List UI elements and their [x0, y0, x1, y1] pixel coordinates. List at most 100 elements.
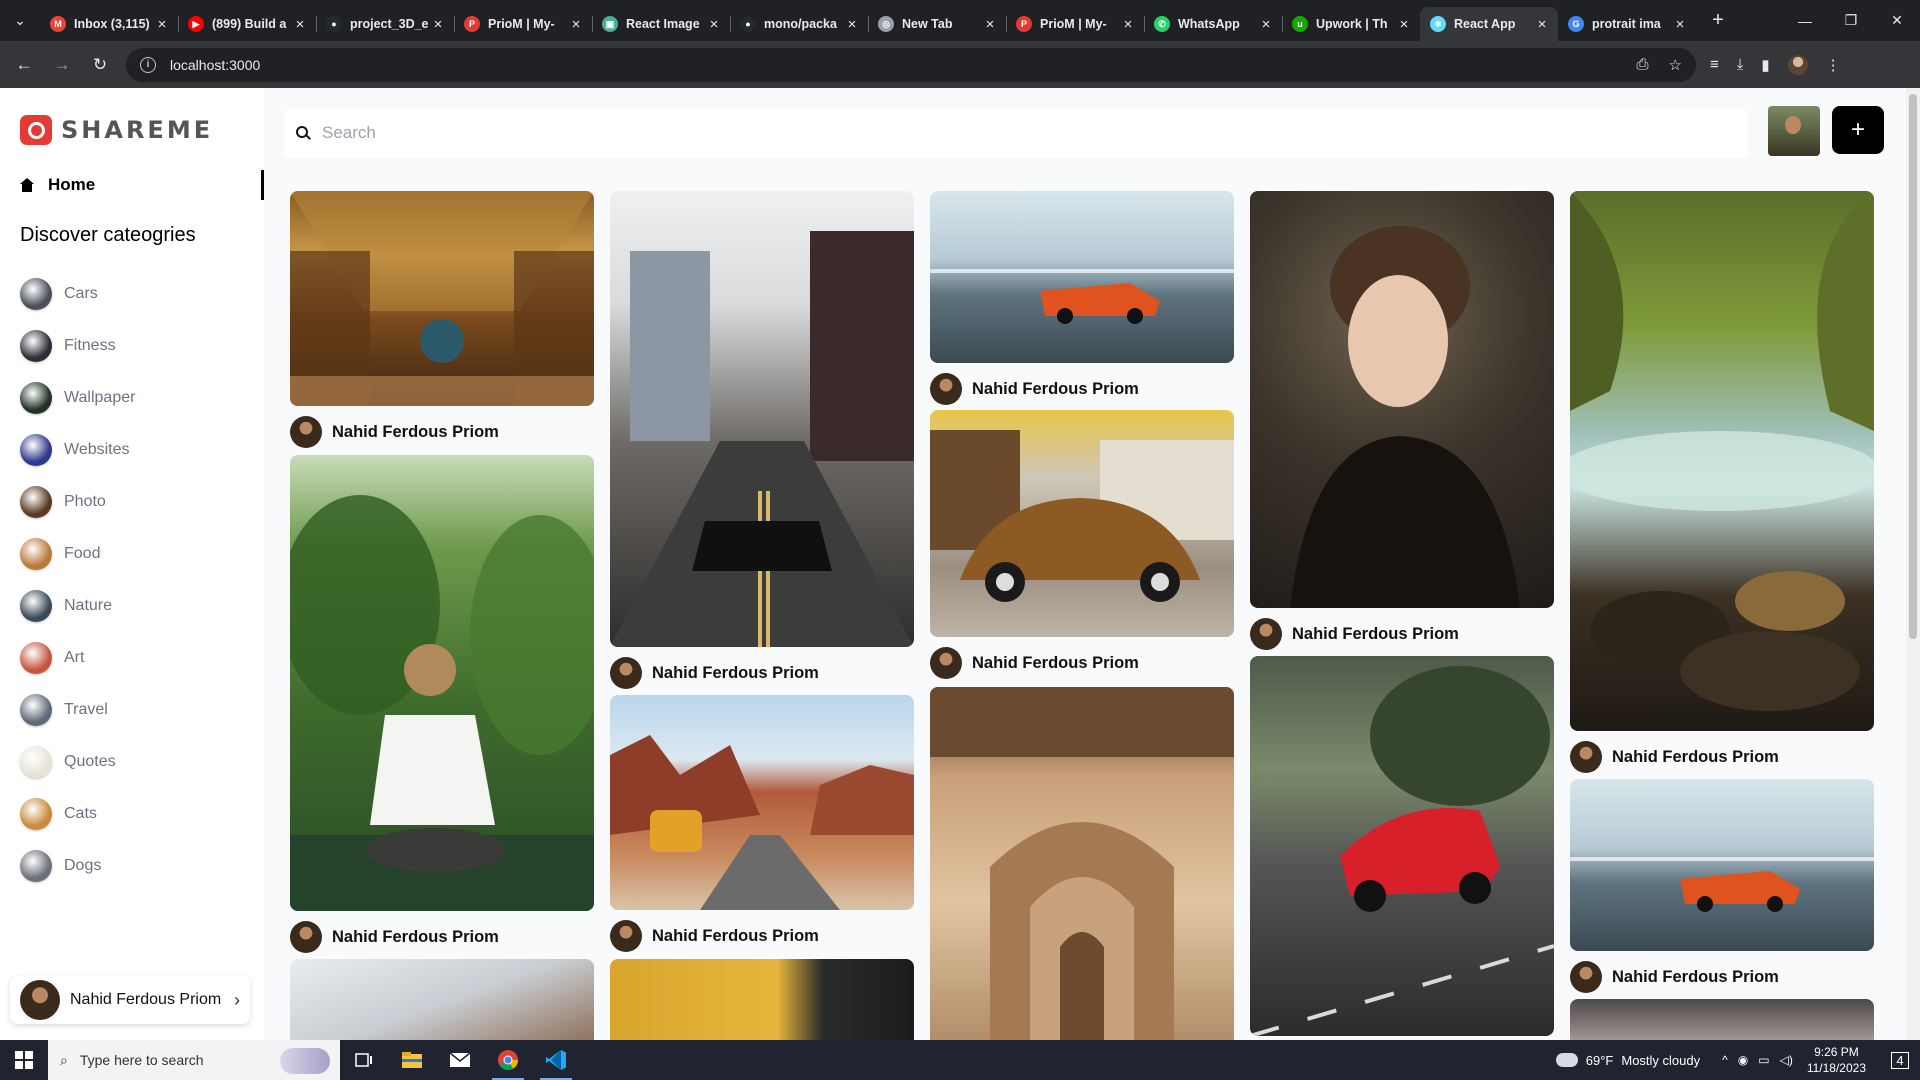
tab-close-icon[interactable]: × — [1396, 16, 1412, 33]
pin-card[interactable]: Nahid Ferdous Priom — [1570, 191, 1874, 775]
mail-icon[interactable] — [436, 1040, 484, 1080]
network-icon[interactable]: ▭ — [1758, 1053, 1769, 1067]
weather-widget[interactable]: 69°F Mostly cloudy — [1551, 1048, 1700, 1068]
forward-arrow-icon[interactable]: → — [46, 49, 78, 81]
volume-icon[interactable]: ◁) — [1780, 1053, 1793, 1067]
pin-card[interactable] — [930, 687, 1234, 1040]
pin-card[interactable]: Nahid Ferdous Priom — [930, 191, 1234, 407]
clock[interactable]: 9:26 PM 11/18/2023 — [1807, 1044, 1866, 1076]
tab-close-icon[interactable]: × — [1258, 16, 1274, 33]
restore-icon[interactable]: ❐ — [1828, 0, 1874, 41]
sidebar-item-art[interactable]: Art — [20, 632, 250, 684]
sidebar-item-cats[interactable]: Cats — [20, 788, 250, 840]
sidebar-item-travel[interactable]: Travel — [20, 684, 250, 736]
tab-close-icon[interactable]: × — [1534, 16, 1550, 33]
scrollbar-thumb[interactable] — [1909, 94, 1917, 639]
logo[interactable]: SHAREME — [20, 115, 213, 145]
media-control-icon[interactable]: ≡ — [1710, 56, 1719, 73]
back-arrow-icon[interactable]: ← — [8, 49, 40, 81]
taskbar-search-box[interactable]: ⌕ Type here to search — [48, 1040, 340, 1080]
browser-tab[interactable]: ● mono/packa × — [730, 7, 868, 41]
bookmark-star-icon[interactable]: ☆ — [1669, 56, 1682, 74]
create-pin-button[interactable]: + — [1832, 106, 1884, 154]
file-explorer-icon[interactable] — [388, 1040, 436, 1080]
chrome-taskbar-icon[interactable] — [484, 1040, 532, 1080]
pin-image[interactable] — [930, 191, 1234, 363]
sidebar-item-wallpaper[interactable]: Wallpaper — [20, 372, 250, 424]
browser-tab[interactable]: P PrioM | My- × — [454, 7, 592, 41]
pin-author[interactable]: Nahid Ferdous Priom — [290, 919, 594, 955]
pin-author[interactable]: Nahid Ferdous Priom — [610, 655, 914, 691]
pin-image[interactable] — [1250, 191, 1554, 608]
pin-card[interactable]: Nahid Ferdous Priom — [610, 191, 914, 691]
pin-card[interactable]: Nahid Ferdous Priom — [930, 410, 1234, 681]
browser-tab[interactable]: ● project_3D_e × — [316, 7, 454, 41]
browser-tab[interactable]: u Upwork | Th × — [1282, 7, 1420, 41]
tab-close-icon[interactable]: × — [154, 16, 170, 33]
address-bar[interactable]: i localhost:3000 ⎙ ☆ — [126, 47, 1696, 82]
pin-card[interactable] — [610, 959, 914, 1040]
downloads-icon[interactable]: ⤓ — [1737, 56, 1744, 73]
browser-tab[interactable]: ◎ New Tab × — [868, 7, 1006, 41]
pin-image[interactable] — [1570, 779, 1874, 951]
install-app-icon[interactable]: ⎙ — [1637, 56, 1649, 73]
pin-card[interactable] — [290, 959, 594, 1040]
new-tab-button[interactable]: + — [1704, 7, 1732, 35]
browser-tab[interactable]: P PrioM | My- × — [1006, 7, 1144, 41]
header-user-avatar[interactable] — [1768, 106, 1820, 156]
start-button[interactable] — [0, 1040, 48, 1080]
pin-author[interactable]: Nahid Ferdous Priom — [610, 918, 914, 954]
address-url[interactable]: localhost:3000 — [170, 57, 1617, 73]
search-input[interactable] — [322, 123, 1736, 143]
minimize-icon[interactable]: — — [1782, 0, 1828, 41]
pin-image[interactable] — [1570, 999, 1874, 1040]
pin-author[interactable]: Nahid Ferdous Priom — [930, 371, 1234, 407]
tab-close-icon[interactable]: × — [430, 16, 446, 33]
browser-tab[interactable]: M Inbox (3,115) × — [40, 7, 178, 41]
site-info-icon[interactable]: i — [140, 56, 156, 73]
pin-image[interactable] — [930, 687, 1234, 1040]
browser-tab[interactable]: ▶ (899) Build a × — [178, 7, 316, 41]
pin-image[interactable] — [1570, 191, 1874, 731]
pin-image[interactable] — [1250, 656, 1554, 1036]
tab-close-icon[interactable]: × — [982, 16, 998, 33]
browser-tab[interactable]: Gprotrait ima × — [1558, 7, 1696, 41]
pin-image[interactable] — [930, 410, 1234, 637]
page-scrollbar[interactable] — [1906, 88, 1920, 1040]
sidebar-item-dogs[interactable]: Dogs — [20, 840, 250, 892]
browser-tab[interactable]: ⚛ React App × — [1420, 7, 1558, 41]
tab-close-icon[interactable]: × — [844, 16, 860, 33]
pin-card[interactable]: Nahid Ferdous Priom — [1570, 779, 1874, 995]
tab-close-icon[interactable]: × — [706, 16, 722, 33]
pin-image[interactable] — [290, 959, 594, 1040]
vscode-icon[interactable] — [532, 1040, 580, 1080]
pin-image[interactable] — [290, 191, 594, 406]
pin-image[interactable] — [290, 455, 594, 911]
pin-card[interactable]: Nahid Ferdous Priom — [290, 455, 594, 955]
sidebar-item-fitness[interactable]: Fitness — [20, 320, 250, 372]
camera-icon[interactable]: ◉ — [1738, 1053, 1748, 1067]
pin-author[interactable]: Nahid Ferdous Priom — [1250, 616, 1554, 652]
pin-author[interactable]: Nahid Ferdous Priom — [1570, 739, 1874, 775]
close-window-icon[interactable]: ✕ — [1874, 0, 1920, 41]
sidebar-item-quotes[interactable]: Quotes — [20, 736, 250, 788]
pin-image[interactable] — [610, 959, 914, 1040]
chrome-menu-icon[interactable]: ⋮ — [1826, 56, 1841, 74]
user-profile-link[interactable]: Nahid Ferdous Priom › — [10, 976, 250, 1024]
tab-close-icon[interactable]: × — [568, 16, 584, 33]
pin-image[interactable] — [610, 191, 914, 647]
browser-tab[interactable]: ✆ WhatsApp × — [1144, 7, 1282, 41]
tab-search-icon[interactable]: ⌄ — [0, 0, 40, 41]
pin-card[interactable] — [1570, 999, 1874, 1040]
sidebar-item-cars[interactable]: Cars — [20, 268, 250, 320]
tab-close-icon[interactable]: × — [292, 16, 308, 33]
tab-close-icon[interactable]: × — [1672, 16, 1688, 33]
pin-image[interactable] — [610, 695, 914, 910]
pin-card[interactable]: Nahid Ferdous Priom — [290, 191, 594, 450]
pin-card[interactable]: Nahid Ferdous Priom — [1250, 191, 1554, 652]
pin-author[interactable]: Nahid Ferdous Priom — [290, 414, 594, 450]
sidebar-item-home[interactable]: Home — [20, 170, 264, 200]
sidebar-item-nature[interactable]: Nature — [20, 580, 250, 632]
pin-author[interactable]: Nahid Ferdous Priom — [930, 645, 1234, 681]
side-panel-icon[interactable]: ▮ — [1761, 56, 1769, 74]
